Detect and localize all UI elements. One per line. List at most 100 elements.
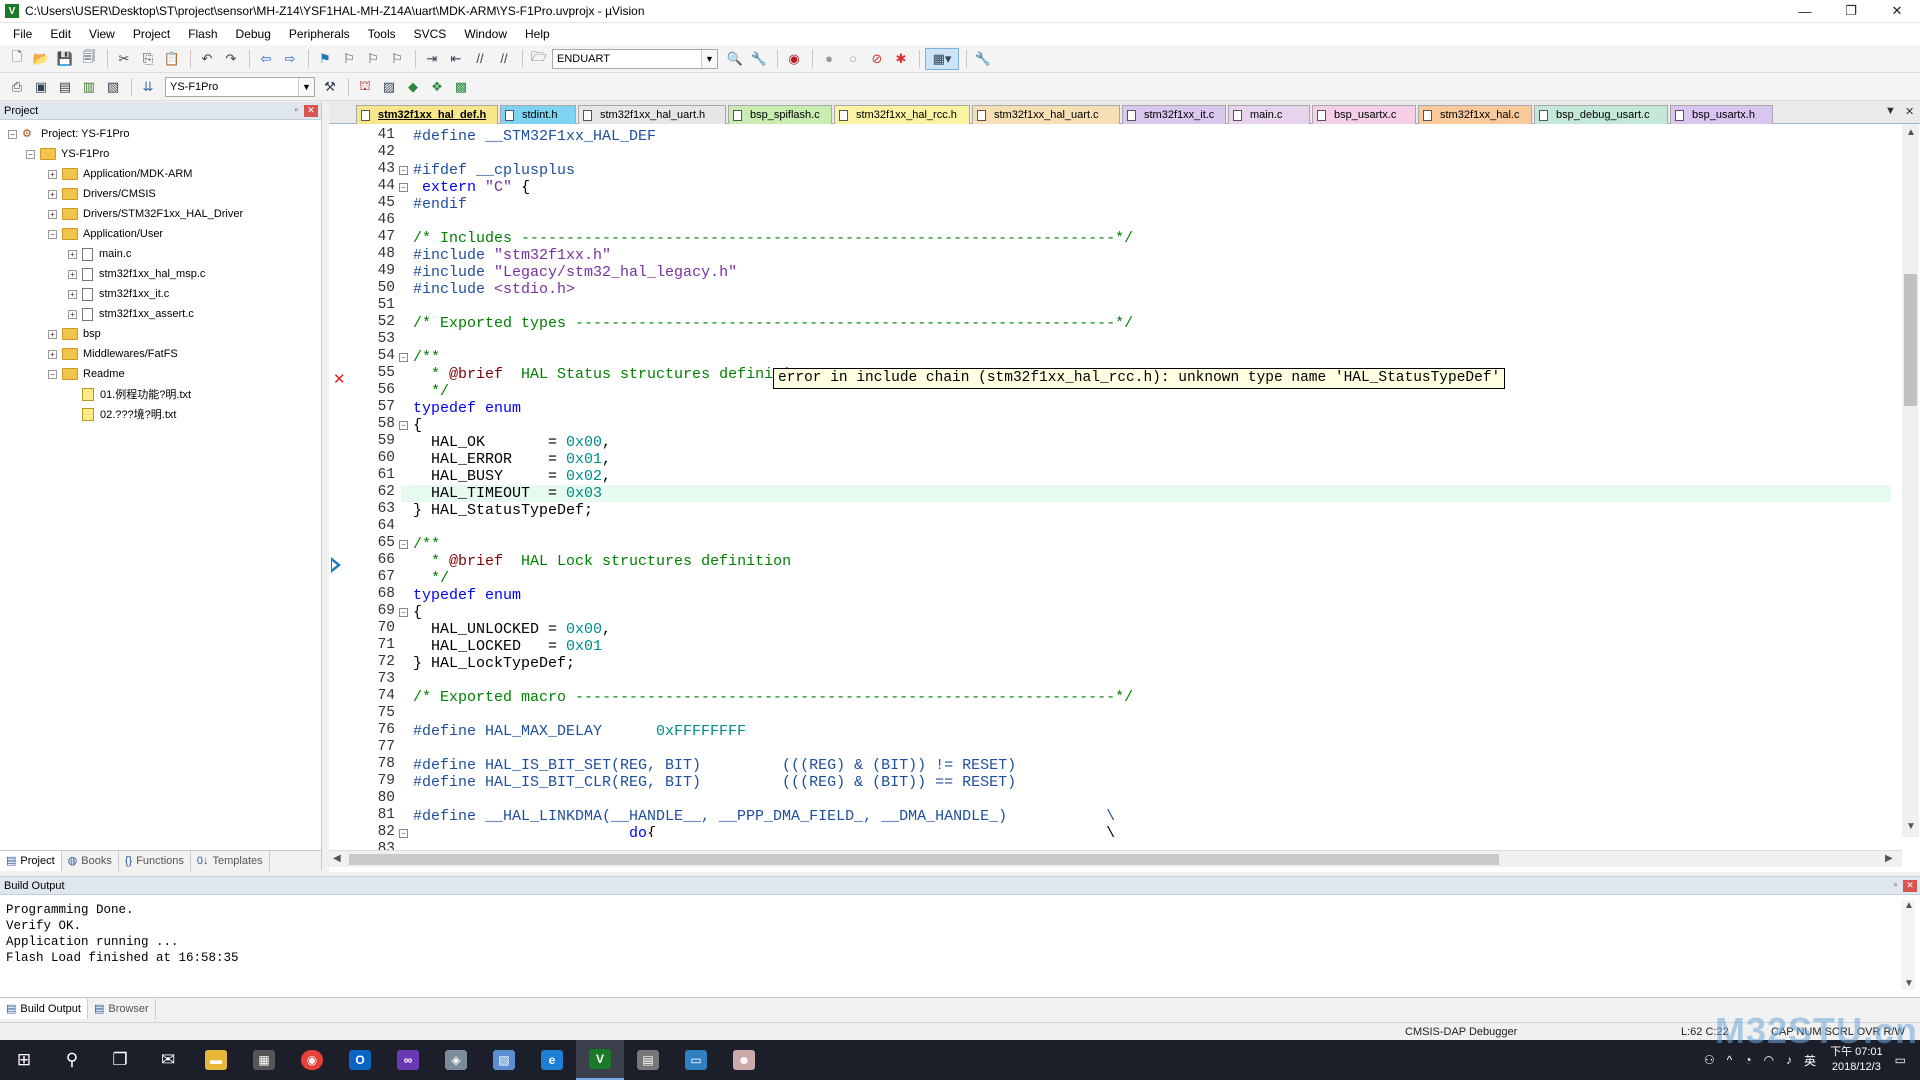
app-icon[interactable]: ◈ [432, 1040, 480, 1080]
collapse-icon[interactable]: − [48, 229, 57, 239]
tree-item[interactable]: − ⚙ Project: YS-F1Pro [8, 124, 129, 144]
task-view-icon[interactable]: ❐ [96, 1040, 144, 1080]
code-line[interactable]: #include "stm32f1xx.h" [413, 247, 611, 264]
close-tab-icon[interactable]: ✕ [1905, 105, 1914, 118]
translate-icon[interactable]: ⎙ [6, 76, 28, 98]
collapse-icon[interactable]: − [8, 129, 17, 139]
menu-file[interactable]: File [4, 23, 41, 45]
code-line[interactable]: extern "C" { [413, 179, 530, 196]
scroll-down-icon[interactable]: ▼ [1904, 978, 1914, 989]
save-icon[interactable]: 💾 [54, 48, 76, 70]
code-line[interactable]: */ [413, 570, 449, 587]
incremental-find-icon[interactable]: 🔧 [748, 48, 770, 70]
pack-installer-icon[interactable]: ▩ [450, 76, 472, 98]
insert-breakpoint-icon[interactable]: ● [818, 48, 840, 70]
find-in-files-icon[interactable]: 🗁 [528, 48, 550, 70]
avatar-app-icon[interactable]: ☻ [720, 1040, 768, 1080]
tab-bsp_usartx-c[interactable]: bsp_usartx.c [1312, 105, 1416, 124]
start-windows-icon[interactable]: ⊞ [0, 1040, 48, 1080]
code-line[interactable]: /** [413, 349, 440, 366]
menu-peripherals[interactable]: Peripherals [280, 23, 359, 45]
scroll-up-icon[interactable]: ▲ [1904, 900, 1914, 911]
notification-icon[interactable]: ▭ [1895, 1053, 1906, 1067]
code-area[interactable]: #define __STM32F1xx_HAL_DEF #ifdef __cplu… [401, 124, 1919, 837]
tree-item[interactable]: + main.c [68, 244, 131, 264]
target-combo[interactable]: YS-F1Pro ▼ [165, 76, 315, 97]
code-line[interactable]: { [413, 417, 422, 434]
tree-item[interactable]: + stm32f1xx_hal_msp.c [68, 264, 205, 284]
code-line[interactable]: #define HAL_MAX_DELAY 0xFFFFFFFF [413, 723, 746, 740]
chrome-icon[interactable]: ◉ [288, 1040, 336, 1080]
tab-stm32f1xx_hal_uart-c[interactable]: stm32f1xx_hal_uart.c [972, 105, 1120, 124]
minimize-button[interactable]: — [1782, 0, 1828, 23]
device-app-icon[interactable]: ▤ [624, 1040, 672, 1080]
tab-stdint-h[interactable]: stdint.h [500, 105, 576, 124]
menu-tools[interactable]: Tools [359, 23, 405, 45]
expand-icon[interactable]: + [48, 169, 57, 179]
debug-session-icon[interactable]: ◉ [783, 48, 805, 70]
collapse-icon[interactable]: − [26, 149, 35, 159]
undo-icon[interactable]: ↶ [196, 48, 218, 70]
tab-books[interactable]: ◍ Books [62, 850, 119, 871]
new-file-icon[interactable]: 🗋 [6, 48, 28, 70]
expand-icon[interactable]: + [48, 329, 57, 339]
mail-icon[interactable]: ✉ [144, 1040, 192, 1080]
collapse-icon[interactable]: − [48, 369, 57, 379]
enable-breakpoint-icon[interactable]: ○ [842, 48, 864, 70]
code-line[interactable]: HAL_BUSY = 0x02, [413, 468, 611, 485]
clear-bookmarks-icon[interactable]: ⚐ [386, 48, 408, 70]
input-language[interactable]: 英 [1804, 1052, 1816, 1069]
tree-item[interactable]: 02.???境?明.txt [68, 404, 176, 424]
tab-build-output[interactable]: ▤ Build Output [0, 998, 88, 1019]
kill-breakpoints-icon[interactable]: ✱ [890, 48, 912, 70]
close-icon[interactable]: ✕ [1903, 879, 1917, 892]
volume-icon[interactable]: ♪ [1786, 1053, 1792, 1067]
bookmark-icon[interactable]: ⚑ [314, 48, 336, 70]
copy-icon[interactable]: ⎘ [137, 48, 159, 70]
close-button[interactable]: ✕ [1874, 0, 1920, 23]
code-line[interactable]: HAL_UNLOCKED = 0x00, [413, 621, 611, 638]
tab-bsp_spiflash-c[interactable]: bsp_spiflash.c [728, 105, 832, 124]
code-line[interactable]: #define HAL_IS_BIT_CLR(REG, BIT) (((REG)… [413, 774, 1016, 791]
edge-icon[interactable]: e [528, 1040, 576, 1080]
find-icon[interactable]: 🔍 [724, 48, 746, 70]
people-icon[interactable]: ⚇ [1704, 1053, 1715, 1067]
scroll-up-icon[interactable]: ▲ [1906, 127, 1916, 138]
tab-browser[interactable]: ▤ Browser [88, 998, 156, 1019]
scrollbar-thumb[interactable] [1904, 274, 1917, 406]
target-options-icon[interactable]: ⚒ [319, 76, 341, 98]
uncomment-icon[interactable]: // [493, 48, 515, 70]
rebuild-icon[interactable]: ▤ [54, 76, 76, 98]
prev-bookmark-icon[interactable]: ⚐ [338, 48, 360, 70]
code-line[interactable]: #define __STM32F1xx_HAL_DEF [413, 128, 656, 145]
code-line[interactable]: typedef enum [413, 587, 521, 604]
code-line[interactable]: * @brief HAL Status structures definitio… [413, 366, 809, 383]
tree-item[interactable]: + Middlewares/FatFS [48, 344, 178, 364]
code-line[interactable]: /* Includes ----------------------------… [413, 230, 1133, 247]
next-bookmark-icon[interactable]: ⚐ [362, 48, 384, 70]
menu-help[interactable]: Help [516, 23, 559, 45]
window-layout-icon[interactable]: ▦▾ [925, 47, 959, 70]
tree-item[interactable]: 01.例程功能?明.txt [68, 384, 191, 404]
tab-functions[interactable]: {} Functions [119, 850, 191, 871]
manage-project-icon[interactable]: ⛫ [354, 76, 376, 98]
indent-icon[interactable]: ⇥ [421, 48, 443, 70]
tab-stm32f1xx_it-c[interactable]: stm32f1xx_it.c [1122, 105, 1226, 124]
expand-icon[interactable]: + [68, 249, 77, 259]
save-all-icon[interactable]: 🗐 [78, 48, 100, 70]
build-output-scrollbar[interactable]: ▲ ▼ [1901, 900, 1915, 990]
menu-flash[interactable]: Flash [179, 23, 226, 45]
vertical-scrollbar[interactable]: ▲ ▼ [1902, 124, 1919, 837]
expand-icon[interactable]: + [48, 209, 57, 219]
chevron-down-icon[interactable]: ▼ [298, 77, 314, 96]
code-line[interactable]: /** [413, 536, 440, 553]
configure-icon[interactable]: 🔧 [972, 48, 994, 70]
code-line[interactable]: } HAL_LockTypeDef; [413, 655, 575, 672]
code-line[interactable]: HAL_OK = 0x00, [413, 434, 611, 451]
uvision-taskbar-icon[interactable]: V [576, 1040, 624, 1080]
tree-item[interactable]: − YS-F1Pro [26, 144, 109, 164]
build-icon[interactable]: ▣ [30, 76, 52, 98]
menu-debug[interactable]: Debug [227, 23, 280, 45]
scroll-right-icon[interactable]: ▶ [1885, 853, 1893, 864]
chevron-down-icon[interactable]: ▼ [701, 49, 717, 68]
